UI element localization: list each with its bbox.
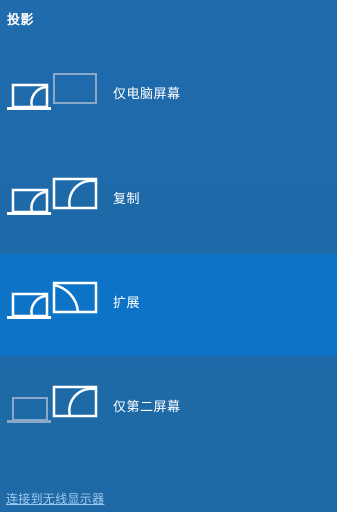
option-second-screen-only[interactable]: 仅第二屏幕 [0, 358, 337, 460]
extend-icon [7, 281, 98, 319]
second-screen-only-icon [7, 385, 98, 423]
connect-wireless-display-link[interactable]: 连接到无线显示器 [6, 490, 104, 507]
option-label: 扩展 [113, 296, 141, 311]
panel-title: 投影 [7, 13, 35, 28]
option-label: 仅第二屏幕 [113, 400, 181, 415]
pc-screen-only-icon [7, 73, 97, 110]
option-duplicate[interactable]: 复制 [0, 150, 337, 252]
option-pc-screen-only[interactable]: 仅电脑屏幕 [0, 45, 337, 147]
project-panel: 投影 仅电脑屏幕 复制 扩展 仅第二屏幕 连接到无线显示器 [0, 0, 337, 512]
duplicate-icon [7, 177, 98, 215]
option-label: 复制 [113, 192, 141, 207]
option-label: 仅电脑屏幕 [113, 87, 181, 102]
option-extend[interactable]: 扩展 [0, 254, 337, 356]
